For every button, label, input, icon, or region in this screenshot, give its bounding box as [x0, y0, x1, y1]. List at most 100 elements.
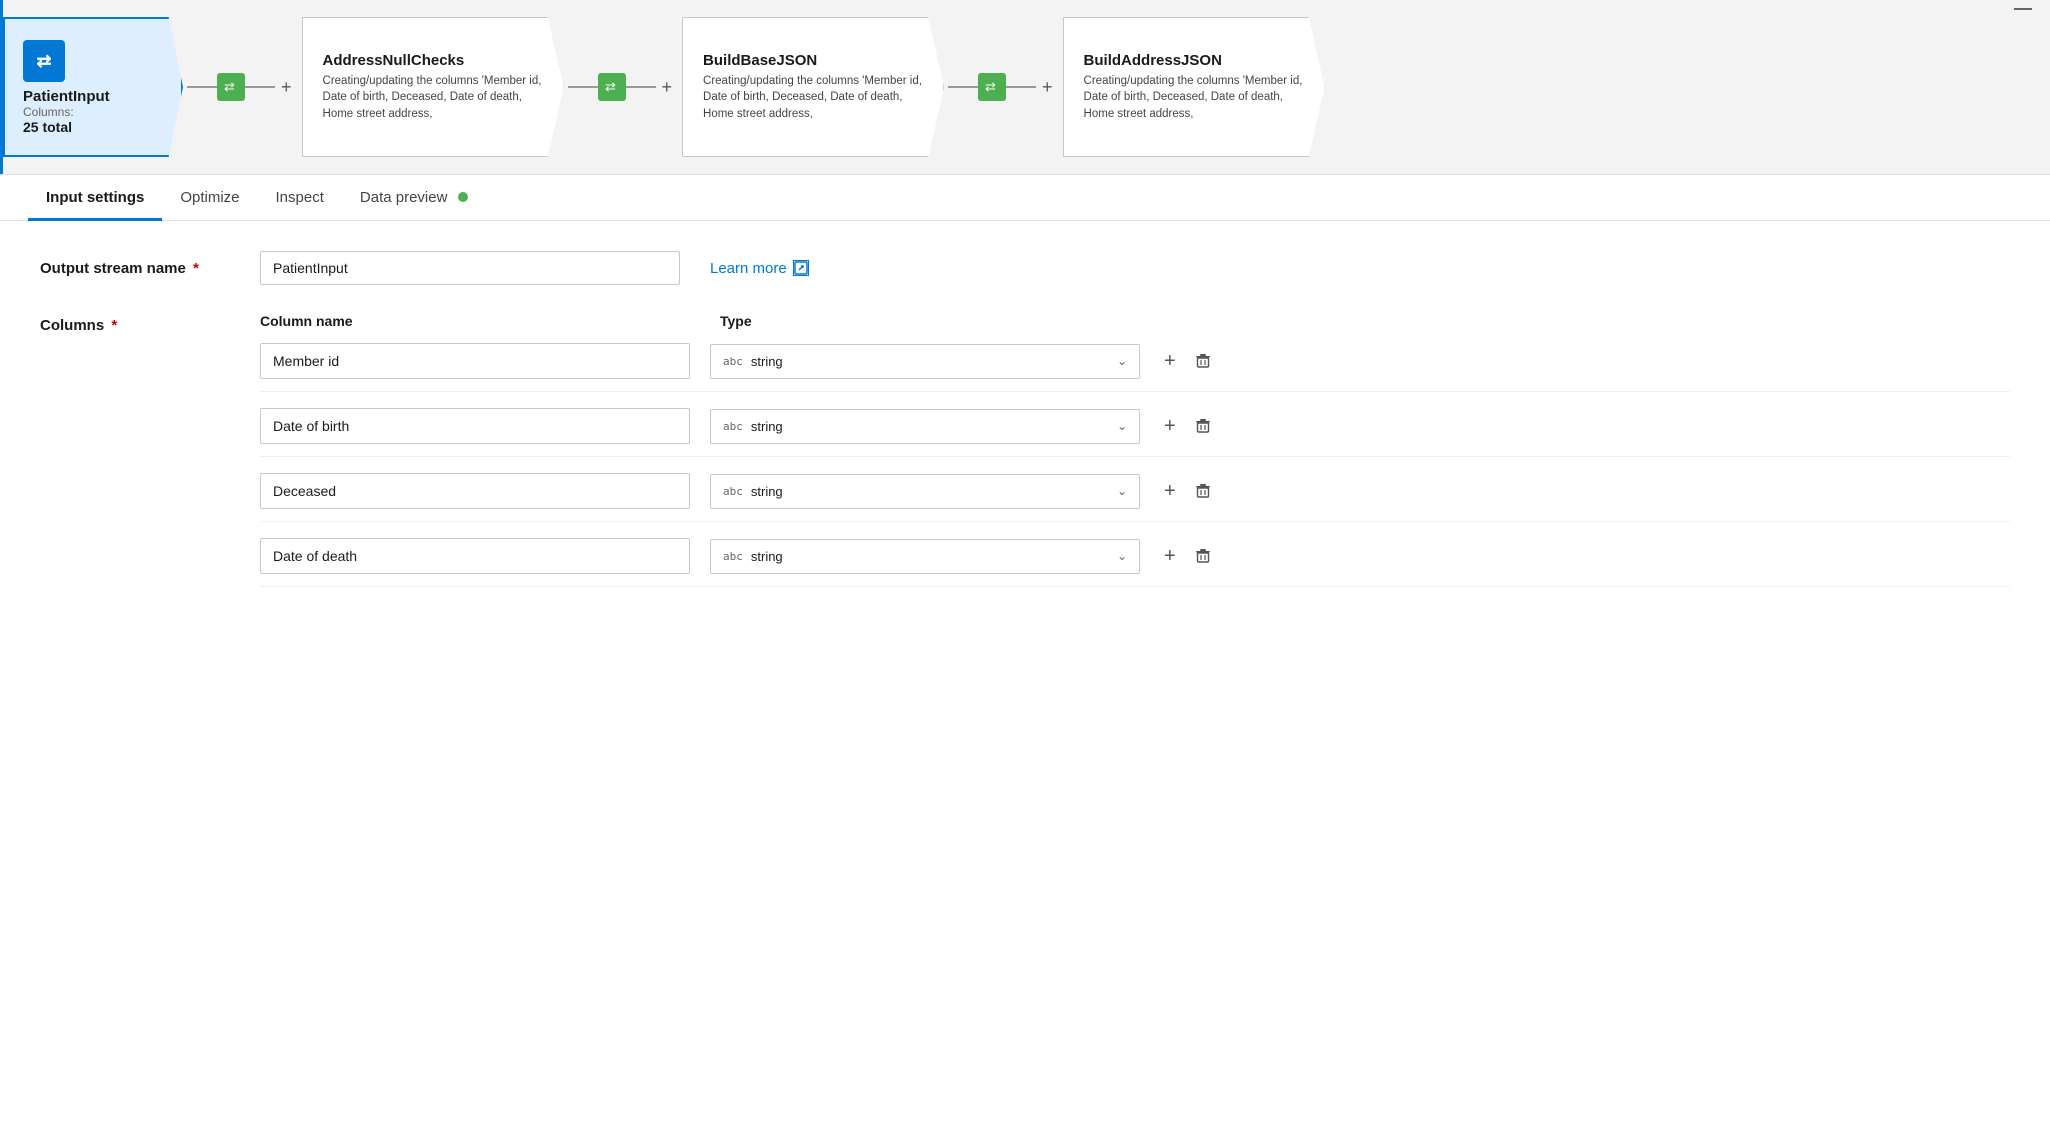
type-value-date-of-birth: string	[751, 419, 783, 434]
delete-column-deceased[interactable]	[1190, 478, 1216, 504]
learn-more-link[interactable]: Learn more	[710, 260, 809, 277]
chevron-deceased: ⌄	[1117, 484, 1127, 498]
node-box-build-base[interactable]: BuildBaseJSON Creating/updating the colu…	[682, 17, 944, 157]
col-name-input-deceased[interactable]	[260, 473, 690, 509]
chevron-date-of-birth: ⌄	[1117, 419, 1127, 433]
type-value-deceased: string	[751, 484, 783, 499]
svg-text:⇄: ⇄	[224, 79, 235, 94]
type-label-date-of-death: abc string	[723, 549, 783, 564]
column-row-deceased: abc string ⌄ +	[260, 473, 2010, 522]
output-stream-label: Output stream name *	[40, 260, 260, 277]
node-title-patient-input: PatientInput	[23, 88, 163, 105]
connector-green-3: ⇄	[978, 73, 1006, 101]
column-row-date-of-death: abc string ⌄ +	[260, 538, 2010, 587]
tab-data-preview[interactable]: Data preview	[342, 175, 486, 221]
transform-title-build-address: BuildAddressJSON	[1084, 52, 1304, 69]
plus-connector-1[interactable]: +	[275, 77, 298, 98]
output-stream-row: Output stream name * Learn more	[40, 251, 2010, 285]
transform-desc-build-base: Creating/updating the columns 'Member id…	[703, 73, 923, 121]
tab-input-settings[interactable]: Input settings	[28, 175, 162, 221]
minimize-bar[interactable]	[2014, 8, 2032, 10]
transform-desc-build-address: Creating/updating the columns 'Member id…	[1084, 73, 1304, 121]
pipeline-node-patient-input[interactable]: ⇄ PatientInput Columns: 25 total	[0, 0, 183, 174]
transform-title-address-null: AddressNullChecks	[323, 52, 543, 69]
tab-optimize[interactable]: Optimize	[162, 175, 257, 221]
col-actions-member-id: +	[1160, 346, 1216, 377]
external-link-icon	[793, 260, 809, 276]
connector-green-1: ⇄	[217, 73, 245, 101]
columns-label: Columns *	[40, 313, 260, 334]
trash-icon-dod	[1194, 547, 1212, 565]
delete-column-dob[interactable]	[1190, 413, 1216, 439]
required-star-output: *	[189, 260, 199, 277]
delete-column-member-id[interactable]	[1190, 348, 1216, 374]
tab-inspect[interactable]: Inspect	[258, 175, 342, 221]
connector-line-2	[245, 86, 275, 88]
add-column-after-deceased[interactable]: +	[1160, 476, 1180, 507]
type-value-date-of-death: string	[751, 549, 783, 564]
chevron-member-id: ⌄	[1117, 354, 1127, 368]
col-actions-date-of-death: +	[1160, 541, 1216, 572]
node-box-build-address[interactable]: BuildAddressJSON Creating/updating the c…	[1063, 17, 1325, 157]
type-badge-date-of-birth: abc	[723, 420, 743, 433]
col-name-input-date-of-death[interactable]	[260, 538, 690, 574]
node-subtitle: Columns:	[23, 105, 163, 119]
settings-content: Output stream name * Learn more Columns …	[0, 221, 2050, 633]
column-row-member-id: abc string ⌄ +	[260, 343, 2010, 392]
trash-icon-deceased	[1194, 482, 1212, 500]
tabs-bar: Input settings Optimize Inspect Data pre…	[0, 175, 2050, 221]
connector-3: ⇄ +	[944, 0, 1063, 174]
trash-icon-dob	[1194, 417, 1212, 435]
connector-green-2: ⇄	[598, 73, 626, 101]
output-stream-input[interactable]	[260, 251, 680, 285]
col-type-select-date-of-birth[interactable]: abc string ⌄	[710, 409, 1140, 444]
pipeline-node-build-address[interactable]: BuildAddressJSON Creating/updating the c…	[1063, 0, 1325, 174]
col-name-input-date-of-birth[interactable]	[260, 408, 690, 444]
col-actions-deceased: +	[1160, 476, 1216, 507]
pipeline-header: ⇄ PatientInput Columns: 25 total ⇄ + Add…	[0, 0, 2050, 175]
type-badge-member-id: abc	[723, 355, 743, 368]
type-badge-deceased: abc	[723, 485, 743, 498]
col-name-input-member-id[interactable]	[260, 343, 690, 379]
add-column-after-dod[interactable]: +	[1160, 541, 1180, 572]
col-type-select-member-id[interactable]: abc string ⌄	[710, 344, 1140, 379]
connector-line-5	[948, 86, 978, 88]
column-row-date-of-birth: abc string ⌄ +	[260, 408, 2010, 457]
pipeline-node-address-null[interactable]: AddressNullChecks Creating/updating the …	[302, 0, 564, 174]
connector-line-4	[626, 86, 656, 88]
type-value-member-id: string	[751, 354, 783, 369]
node-box-address-null[interactable]: AddressNullChecks Creating/updating the …	[302, 17, 564, 157]
node-box-patient-input[interactable]: ⇄ PatientInput Columns: 25 total	[3, 17, 183, 157]
connector-line-6	[1006, 86, 1036, 88]
col-type-select-date-of-death[interactable]: abc string ⌄	[710, 539, 1140, 574]
col-type-select-deceased[interactable]: abc string ⌄	[710, 474, 1140, 509]
col-actions-date-of-birth: +	[1160, 411, 1216, 442]
type-badge-date-of-death: abc	[723, 550, 743, 563]
svg-text:⇄: ⇄	[605, 79, 616, 94]
plus-connector-2[interactable]: +	[656, 77, 679, 98]
required-star-columns: *	[107, 317, 117, 334]
connector-line-3	[568, 86, 598, 88]
delete-column-dod[interactable]	[1190, 543, 1216, 569]
svg-text:⇄: ⇄	[36, 51, 51, 71]
node-count: 25 total	[23, 119, 163, 135]
data-preview-dot	[458, 192, 468, 202]
trash-icon-member-id	[1194, 352, 1212, 370]
pipeline-node-build-base[interactable]: BuildBaseJSON Creating/updating the colu…	[682, 0, 944, 174]
chevron-date-of-death: ⌄	[1117, 549, 1127, 563]
columns-section: Columns * Column name Type abc string	[40, 313, 2010, 603]
col-header-type: Type	[720, 313, 1160, 329]
type-label-member-id: abc string	[723, 354, 783, 369]
plus-connector-3[interactable]: +	[1036, 77, 1059, 98]
add-column-after-member-id[interactable]: +	[1160, 346, 1180, 377]
transform-title-build-base: BuildBaseJSON	[703, 52, 923, 69]
source-node-icon: ⇄	[23, 40, 65, 82]
connector-line-1	[187, 86, 217, 88]
type-label-date-of-birth: abc string	[723, 419, 783, 434]
transform-desc-address-null: Creating/updating the columns 'Member id…	[323, 73, 543, 121]
column-headers: Column name Type	[260, 313, 2010, 329]
add-column-after-dob[interactable]: +	[1160, 411, 1180, 442]
connector-2: ⇄ +	[564, 0, 683, 174]
type-label-deceased: abc string	[723, 484, 783, 499]
svg-text:⇄: ⇄	[985, 79, 996, 94]
